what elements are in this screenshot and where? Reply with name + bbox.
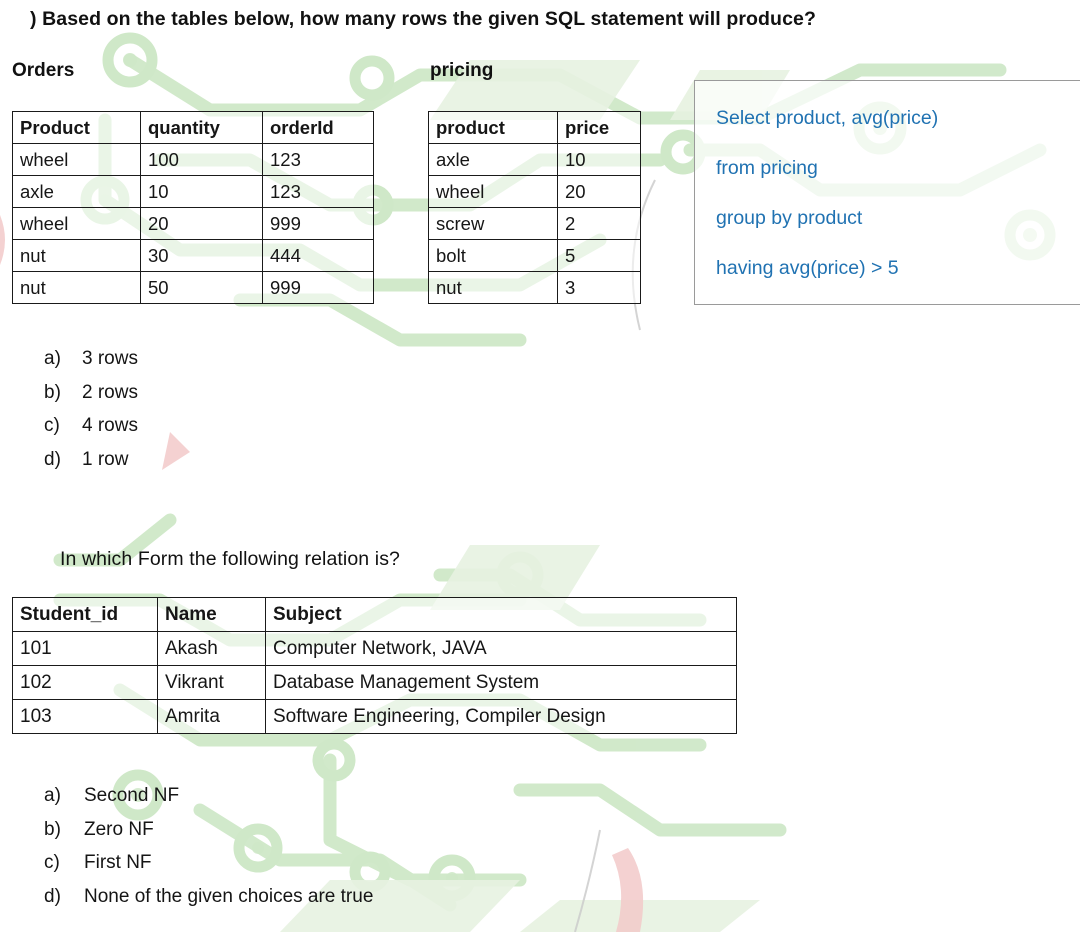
table-cell: 5 [557, 239, 641, 272]
table-cell: nut [428, 271, 558, 304]
option-c-label: First NF [84, 852, 152, 873]
table-cell: 123 [262, 175, 374, 208]
table-row: 102 Vikrant Database Management System [12, 665, 737, 700]
option-c[interactable]: c) 4 rows [44, 415, 138, 449]
table-cell: Amrita [157, 699, 266, 734]
table-cell: nut [12, 239, 141, 272]
orders-table: Product quantity orderId wheel 100 123 a… [12, 111, 374, 304]
table-cell: 103 [12, 699, 158, 734]
option-a-key: a) [44, 348, 61, 369]
table-cell: 444 [262, 239, 374, 272]
table-cell: 2 [557, 207, 641, 240]
pricing-header-product: product [428, 111, 558, 144]
table-cell: screw [428, 207, 558, 240]
table-cell: 10 [557, 143, 641, 176]
table-row: screw 2 [428, 207, 641, 240]
pricing-table: product price axle 10 wheel 20 screw 2 b… [428, 111, 641, 304]
table-cell: Computer Network, JAVA [265, 631, 737, 666]
relation-header-subject: Subject [265, 597, 737, 632]
table-row: nut 3 [428, 271, 641, 304]
question-1-prompt: ) Based on the tables below, how many ro… [30, 8, 816, 30]
table-row: wheel 100 123 [12, 143, 374, 176]
table-row: 103 Amrita Software Engineering, Compile… [12, 699, 737, 734]
pricing-table-title: pricing [430, 60, 494, 81]
option-b-label: Zero NF [84, 818, 154, 840]
option-b-key: b) [44, 818, 61, 840]
option-d[interactable]: d) None of the given choices are true [44, 886, 373, 920]
option-a[interactable]: a) Second NF [44, 785, 373, 819]
pricing-header-price: price [557, 111, 641, 144]
table-cell: Software Engineering, Compiler Design [265, 699, 737, 734]
question-1-options: a) 3 rows b) 2 rows c) 4 rows d) 1 row [44, 348, 138, 482]
table-row: wheel 20 [428, 175, 641, 208]
table-cell: bolt [428, 239, 558, 272]
sql-line-having: having avg(price) > 5 [716, 257, 899, 279]
relation-header-student-id: Student_id [12, 597, 158, 632]
table-cell: 30 [140, 239, 263, 272]
relation-table: Student_id Name Subject 101 Akash Comput… [12, 597, 737, 734]
option-a-key: a) [44, 785, 61, 806]
table-cell: 123 [262, 143, 374, 176]
table-cell: Vikrant [157, 665, 266, 700]
table-row: nut 50 999 [12, 271, 374, 304]
option-c-key: c) [44, 852, 60, 873]
option-d-key: d) [44, 885, 61, 907]
orders-header-orderid: orderId [262, 111, 374, 144]
table-cell: 20 [140, 207, 263, 240]
table-cell: 102 [12, 665, 158, 700]
table-row: 101 Akash Computer Network, JAVA [12, 631, 737, 666]
option-c-key: c) [44, 415, 60, 436]
table-cell: 101 [12, 631, 158, 666]
option-d-label: 1 row [82, 448, 129, 470]
table-cell: wheel [12, 207, 141, 240]
relation-header-name: Name [157, 597, 266, 632]
table-cell: Akash [157, 631, 266, 666]
table-cell: axle [428, 143, 558, 176]
table-row: bolt 5 [428, 239, 641, 272]
table-cell: 10 [140, 175, 263, 208]
table-cell: 50 [140, 271, 263, 304]
orders-table-title: Orders [12, 60, 75, 81]
option-d[interactable]: d) 1 row [44, 449, 138, 483]
table-cell: axle [12, 175, 141, 208]
option-b[interactable]: b) Zero NF [44, 819, 373, 853]
option-b[interactable]: b) 2 rows [44, 382, 138, 416]
table-cell: 999 [262, 271, 374, 304]
option-b-label: 2 rows [82, 381, 138, 403]
option-c[interactable]: c) First NF [44, 852, 373, 886]
orders-header-row: Product quantity orderId [12, 111, 374, 144]
option-b-key: b) [44, 381, 61, 403]
option-a-label: 3 rows [82, 348, 138, 369]
sql-line-from: from pricing [716, 157, 818, 179]
option-a[interactable]: a) 3 rows [44, 348, 138, 382]
table-cell: wheel [428, 175, 558, 208]
question-2-options: a) Second NF b) Zero NF c) First NF d) N… [44, 785, 373, 919]
table-row: wheel 20 999 [12, 207, 374, 240]
sql-line-group-by: group by product [716, 207, 863, 229]
option-c-label: 4 rows [82, 415, 138, 436]
table-row: axle 10 123 [12, 175, 374, 208]
sql-line-select: Select product, avg(price) [716, 107, 939, 129]
table-row: nut 30 444 [12, 239, 374, 272]
pricing-header-row: product price [428, 111, 641, 144]
table-cell: 3 [557, 271, 641, 304]
orders-header-product: Product [12, 111, 141, 144]
table-cell: nut [12, 271, 141, 304]
table-cell: 20 [557, 175, 641, 208]
option-d-key: d) [44, 448, 61, 470]
relation-header-row: Student_id Name Subject [12, 597, 737, 632]
table-cell: wheel [12, 143, 141, 176]
sql-statement-text: Select product, avg(price) from pricing … [716, 93, 1080, 293]
option-a-label: Second NF [84, 785, 180, 806]
table-cell: 999 [262, 207, 374, 240]
orders-header-quantity: quantity [140, 111, 263, 144]
question-2-prompt: In which Form the following relation is? [60, 548, 400, 570]
table-row: axle 10 [428, 143, 641, 176]
table-cell: Database Management System [265, 665, 737, 700]
table-cell: 100 [140, 143, 263, 176]
option-d-label: None of the given choices are true [84, 885, 374, 907]
